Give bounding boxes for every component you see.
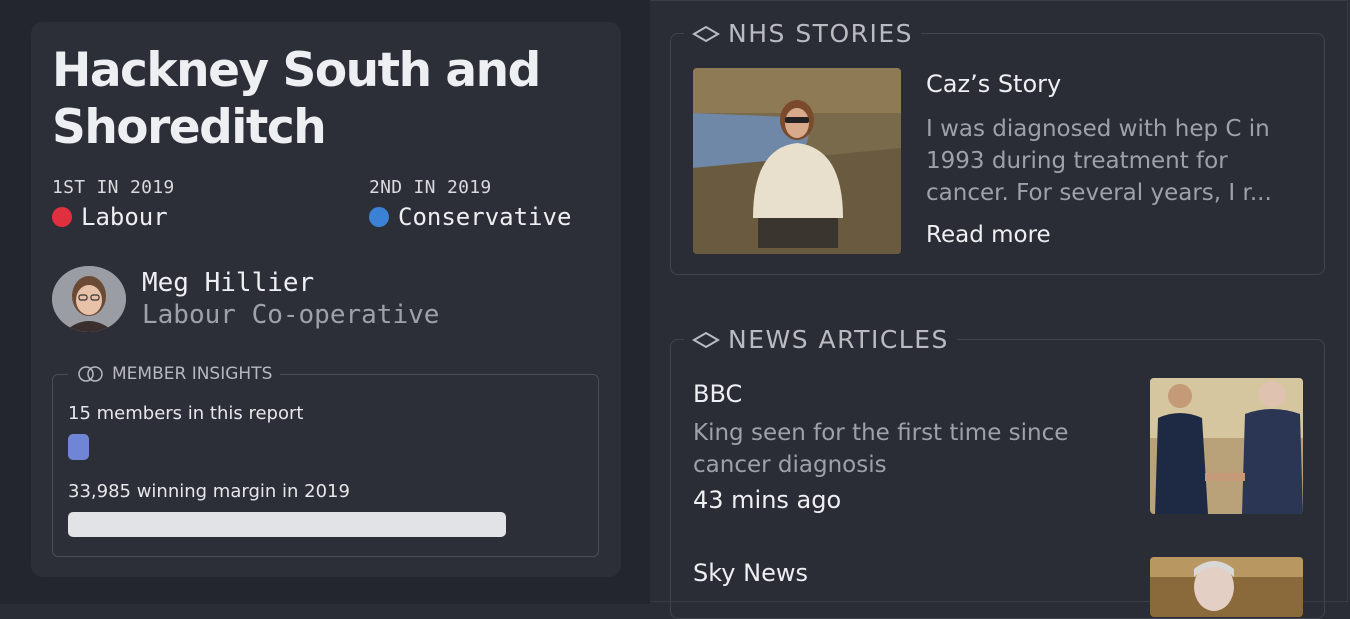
winning-margin-text: 33,985 winning margin in 2019 xyxy=(68,481,350,502)
article-thumbnail[interactable] xyxy=(1150,557,1303,617)
read-more-link[interactable]: Read more xyxy=(926,222,1051,248)
article-source: BBC xyxy=(693,380,743,408)
members-bar xyxy=(68,434,89,460)
conservative-dot-icon xyxy=(369,207,389,227)
insights-heading-text: MEMBER INSIGHTS xyxy=(112,364,273,384)
story-excerpt: I was diagnosed with hep C in 1993 durin… xyxy=(926,116,1272,206)
article-source: Sky News xyxy=(693,559,808,587)
diamond-icon xyxy=(692,25,720,42)
news-articles-heading: NEWS ARTICLES xyxy=(684,325,957,354)
diamond-icon xyxy=(692,331,720,348)
article-title[interactable]: King seen for the first time since cance… xyxy=(693,417,1133,481)
second-place-party: Conservative xyxy=(369,203,571,231)
news-articles-heading-text: NEWS ARTICLES xyxy=(728,325,949,354)
labour-dot-icon xyxy=(52,207,72,227)
mp-name[interactable]: Meg Hillier xyxy=(142,268,314,298)
second-party-name: Conservative xyxy=(398,203,572,231)
mp-party: Labour Co-operative xyxy=(142,300,440,330)
insights-rings-icon xyxy=(78,366,103,382)
winning-margin-bar xyxy=(68,512,506,537)
members-count-text: 15 members in this report xyxy=(68,403,304,424)
member-insights-heading: MEMBER INSIGHTS xyxy=(68,364,281,384)
mp-avatar xyxy=(52,266,126,332)
story-title[interactable]: Caz’s Story xyxy=(926,70,1061,98)
nhs-stories-heading: NHS STORIES xyxy=(684,19,922,48)
first-place-party: Labour xyxy=(52,203,168,231)
first-place-label: 1ST IN 2019 xyxy=(52,177,175,198)
second-place-label: 2ND IN 2019 xyxy=(369,177,492,198)
story-thumbnail[interactable] xyxy=(693,68,901,254)
constituency-title: Hackney South and Shoreditch xyxy=(52,43,541,155)
article-thumbnail[interactable] xyxy=(1150,378,1303,514)
nhs-stories-heading-text: NHS STORIES xyxy=(728,19,914,48)
first-party-name: Labour xyxy=(81,203,168,231)
article-time: 43 mins ago xyxy=(693,486,842,514)
